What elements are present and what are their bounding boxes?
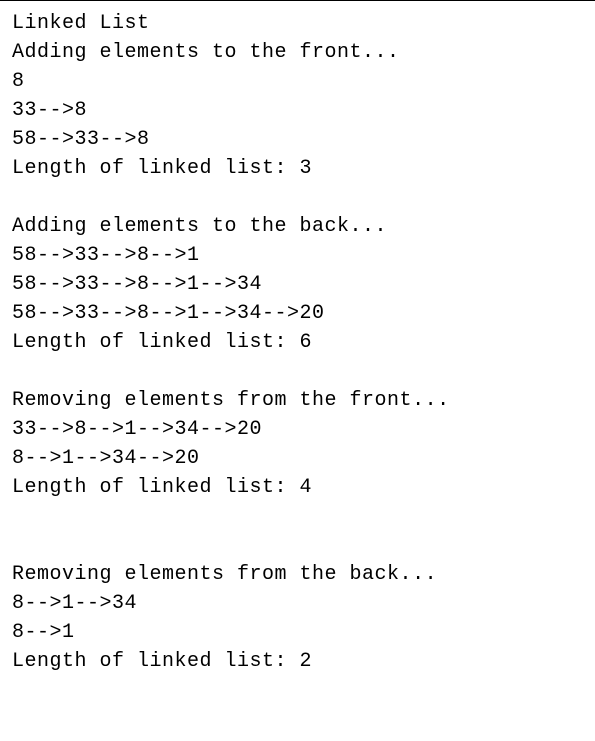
output-line: 8 [12, 67, 583, 96]
output-line: Adding elements to the back... [12, 212, 583, 241]
output-line: 8-->1-->34 [12, 589, 583, 618]
output-line: 58-->33-->8-->1-->34 [12, 270, 583, 299]
output-line: Removing elements from the back... [12, 560, 583, 589]
output-line: 58-->33-->8-->1 [12, 241, 583, 270]
output-line: Linked List [12, 9, 583, 38]
output-line: 33-->8-->1-->34-->20 [12, 415, 583, 444]
output-line: 8-->1-->34-->20 [12, 444, 583, 473]
blank-line [12, 531, 583, 560]
output-line: Length of linked list: 2 [12, 647, 583, 676]
output-line: Adding elements to the front... [12, 38, 583, 67]
blank-line [12, 183, 583, 212]
output-line: 8-->1 [12, 618, 583, 647]
blank-line [12, 357, 583, 386]
output-line: Length of linked list: 6 [12, 328, 583, 357]
output-line: Length of linked list: 4 [12, 473, 583, 502]
output-line: Removing elements from the front... [12, 386, 583, 415]
output-line: 58-->33-->8-->1-->34-->20 [12, 299, 583, 328]
console-output: Linked List Adding elements to the front… [12, 9, 583, 676]
output-line: 33-->8 [12, 96, 583, 125]
output-line: Length of linked list: 3 [12, 154, 583, 183]
blank-line [12, 502, 583, 531]
output-line: 58-->33-->8 [12, 125, 583, 154]
